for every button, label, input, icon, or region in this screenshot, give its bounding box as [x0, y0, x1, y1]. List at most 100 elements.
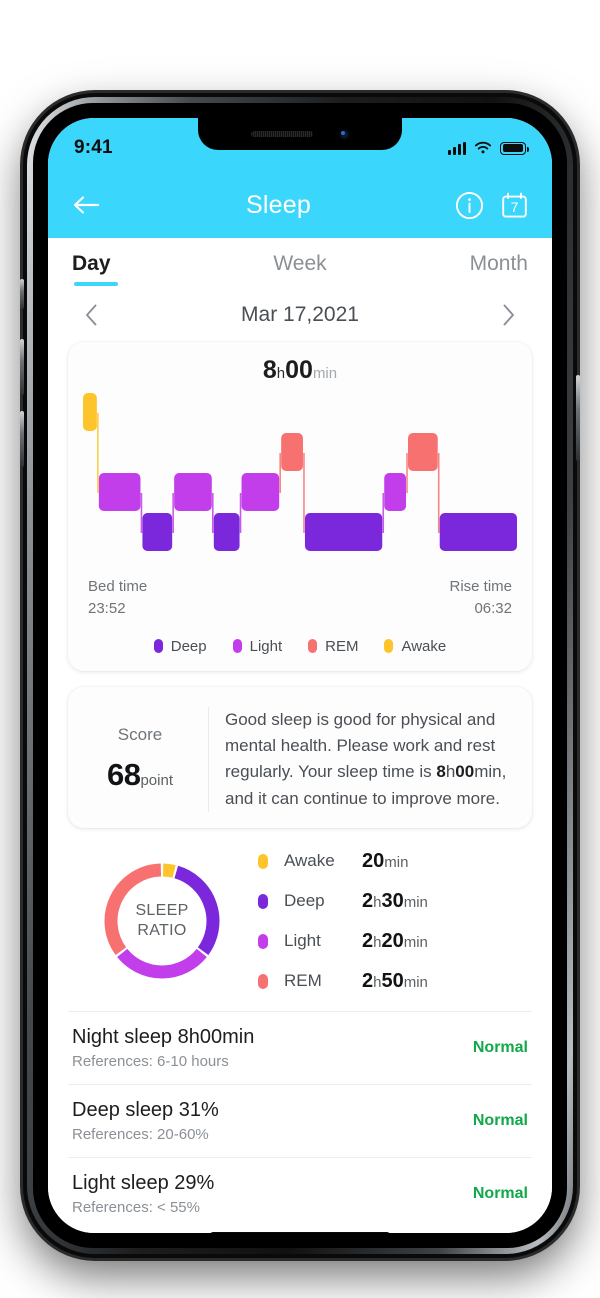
- ratio-label-awake: Awake: [284, 851, 335, 871]
- ratio-deep-hours: 2: [362, 889, 374, 912]
- ratio-rem-min-unit: min: [403, 973, 428, 991]
- advice-minutes: 00: [455, 762, 475, 782]
- ratio-value-awake: 20min: [362, 850, 408, 873]
- donut-center-line1: SLEEP: [135, 902, 189, 920]
- sleep-ratio-donut[interactable]: SLEEP RATIO: [72, 857, 252, 985]
- ratio-deep-min-unit: min: [403, 893, 428, 911]
- ratio-light-min-unit: min: [403, 933, 428, 951]
- battery-icon: [500, 141, 529, 155]
- speaker-grille: [250, 131, 313, 137]
- phone-notch: [198, 118, 402, 150]
- total-sleep-h-unit: h: [276, 365, 286, 382]
- legend-label-light: Light: [249, 637, 283, 655]
- phone-screen: 9:41 Sleep 7 Day Week Month Mar 17,2021 …: [48, 118, 552, 1233]
- ratio-light-minutes: 20: [381, 929, 404, 952]
- donut-center-line2: RATIO: [137, 922, 187, 940]
- legend-item-light: Light: [232, 637, 283, 655]
- bed-time-block: Bed time 23:52: [88, 576, 147, 620]
- metric-reference: References: 6-10 hours: [72, 1052, 229, 1070]
- home-indicator[interactable]: [210, 1232, 390, 1233]
- legend-item-deep: Deep: [153, 637, 207, 655]
- score-unit: point: [140, 772, 173, 790]
- chevron-right-icon[interactable]: [496, 302, 522, 328]
- metric-row-night-sleep[interactable]: Night sleep 8h00min References: 6-10 hou…: [68, 1010, 532, 1084]
- current-date-label: Mar 17,2021: [241, 303, 359, 326]
- ratio-awake-min-unit: min: [384, 853, 409, 871]
- advice-h-unit: h: [445, 762, 456, 782]
- metric-row-light-sleep[interactable]: Light sleep 29% References: < 55% Normal: [68, 1156, 532, 1230]
- ratio-label-rem: REM: [284, 971, 322, 991]
- period-tabs: Day Week Month: [48, 238, 552, 286]
- calendar-day-number: 7: [510, 199, 518, 215]
- silent-switch[interactable]: [20, 279, 24, 309]
- ratio-deep-minutes: 30: [381, 889, 404, 912]
- info-icon[interactable]: [453, 189, 485, 221]
- metric-title: Deep sleep 31%: [72, 1098, 219, 1121]
- hypnogram-svg: [82, 393, 518, 551]
- tab-week[interactable]: Week: [224, 252, 376, 286]
- metric-title: Light sleep 29%: [72, 1171, 215, 1194]
- legend-color-deep: [153, 639, 163, 653]
- metric-row-deep-sleep[interactable]: Deep sleep 31% References: 20-60% Normal: [68, 1083, 532, 1157]
- legend-item-rem: REM: [308, 638, 358, 655]
- score-advice-text: Good sleep is good for physical and ment…: [209, 707, 516, 812]
- legend-color-rem: [308, 639, 318, 653]
- hypnogram-card: 8h00min Bed time 23:52 Rise time 06:32 D…: [68, 342, 532, 671]
- ratio-label-light: Light: [284, 931, 321, 951]
- status-bar: 9:41: [48, 118, 552, 172]
- legend-label-rem: REM: [325, 637, 359, 655]
- score-number: 68: [106, 757, 141, 793]
- metric-reference: References: 20-60%: [72, 1125, 209, 1143]
- ratio-row-deep: Deep 2h30min: [258, 890, 528, 913]
- ratio-label-deep: Deep: [284, 891, 325, 911]
- tab-month[interactable]: Month: [376, 252, 528, 286]
- total-sleep-hours: 8: [262, 356, 277, 384]
- sleep-ratio-section: SLEEP RATIO Awake 20min Deep 2h30min Lig…: [68, 828, 532, 1011]
- rise-time-block: Rise time 06:32: [449, 576, 512, 620]
- ratio-color-deep: [258, 893, 268, 909]
- volume-up-button[interactable]: [20, 339, 24, 395]
- ratio-legend: Awake 20min Deep 2h30min Light 2h20min R…: [252, 850, 528, 993]
- chevron-left-icon[interactable]: [78, 302, 104, 328]
- metric-reference: References: < 55%: [72, 1198, 200, 1216]
- ratio-awake-minutes: 20: [362, 849, 385, 872]
- sleep-times-row: Bed time 23:52 Rise time 06:32: [82, 566, 518, 620]
- tab-day[interactable]: Day: [72, 252, 224, 286]
- score-summary: Score 68point: [84, 706, 209, 812]
- ratio-color-awake: [258, 853, 268, 869]
- phone-frame: 9:41 Sleep 7 Day Week Month Mar 17,2021 …: [20, 93, 580, 1258]
- date-navigator: Mar 17,2021: [68, 286, 532, 342]
- sleep-stage-chart[interactable]: [82, 391, 518, 566]
- ratio-light-hours: 2: [362, 929, 374, 952]
- status-bar-icons: [448, 141, 529, 155]
- bed-time-value: 23:52: [88, 599, 126, 617]
- total-sleep-min-unit: min: [312, 365, 338, 382]
- ratio-color-rem: [258, 973, 268, 989]
- metric-title: Night sleep 8h00min: [72, 1025, 255, 1048]
- legend-color-awake: [384, 639, 394, 653]
- ratio-rem-minutes: 50: [381, 969, 404, 992]
- ratio-value-light: 2h20min: [362, 930, 428, 953]
- back-arrow-icon[interactable]: [70, 188, 104, 222]
- score-label: Score: [117, 725, 163, 745]
- metric-info: Night sleep 8h00min References: 6-10 hou…: [72, 1026, 254, 1070]
- status-badge: Normal: [472, 1038, 528, 1056]
- volume-down-button[interactable]: [20, 411, 24, 467]
- scroll-content: Mar 17,2021 8h00min Bed time 23:52 Rise …: [48, 286, 552, 1233]
- donut-center-label: SLEEP RATIO: [72, 901, 252, 941]
- rise-time-value: 06:32: [474, 599, 512, 617]
- status-bar-time: 9:41: [74, 137, 113, 158]
- ratio-value-deep: 2h30min: [362, 890, 428, 913]
- legend-label-deep: Deep: [170, 637, 207, 655]
- calendar-icon[interactable]: 7: [498, 189, 530, 221]
- metric-info: Light sleep 29% References: < 55%: [72, 1172, 214, 1216]
- metric-info: Deep sleep 31% References: 20-60%: [72, 1099, 219, 1143]
- header-actions: 7: [453, 189, 530, 221]
- legend-item-awake: Awake: [384, 638, 446, 655]
- score-value: 68point: [107, 757, 173, 793]
- status-badge: Normal: [472, 1184, 528, 1202]
- power-button[interactable]: [576, 375, 580, 461]
- ratio-row-light: Light 2h20min: [258, 930, 528, 953]
- ratio-row-rem: REM 2h50min: [258, 970, 528, 993]
- rise-time-label: Rise time: [449, 578, 512, 595]
